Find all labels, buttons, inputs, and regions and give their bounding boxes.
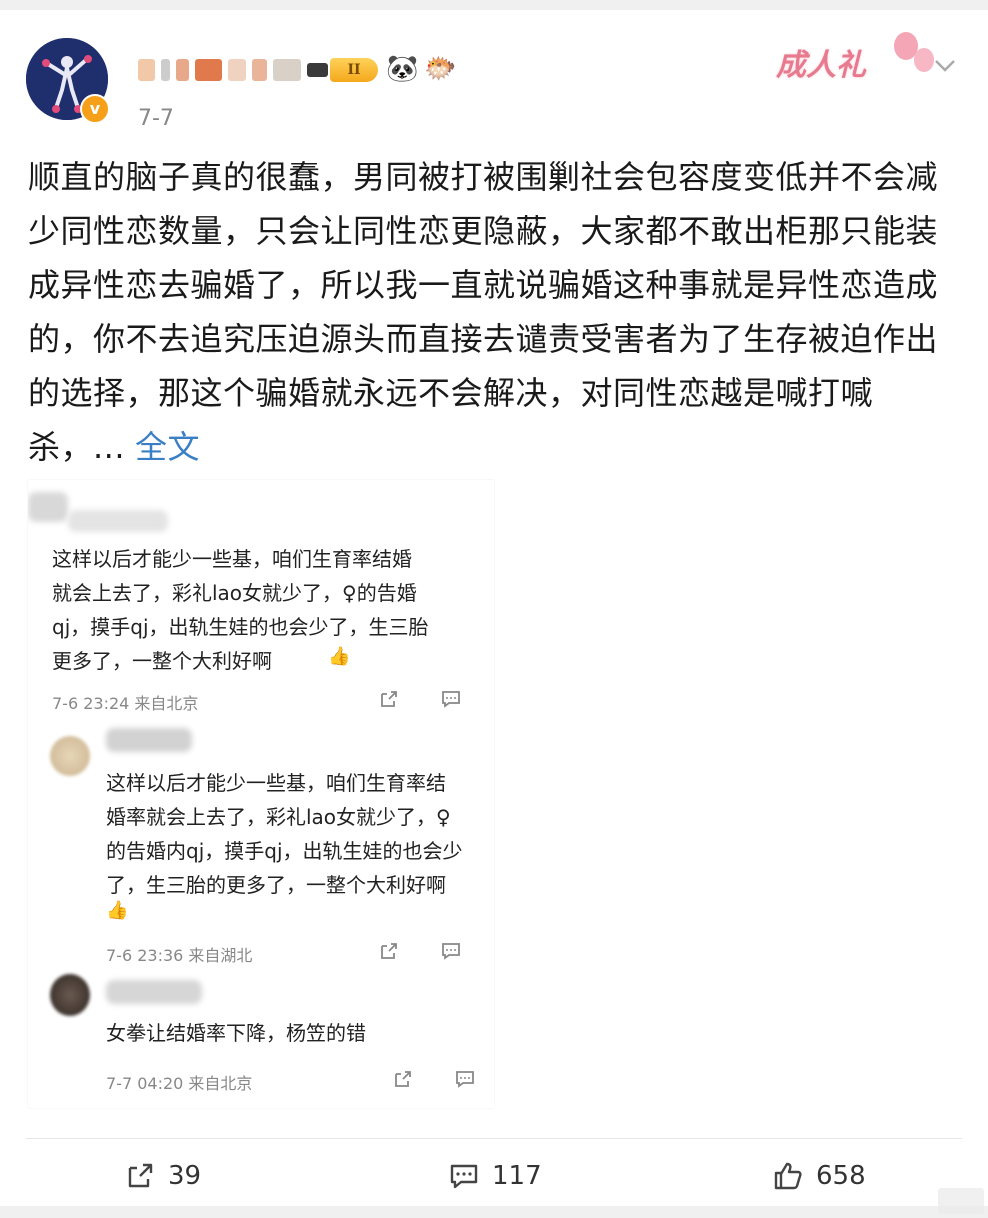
like-button[interactable]: 658 <box>772 1158 866 1194</box>
share-icon <box>381 943 397 959</box>
comment-line: 更多了，一整个大利好啊 <box>52 649 272 673</box>
post-text: 顺直的脑子真的很蠢，男同被打被围剿社会包容度变低并不会减少同性恋数量，只会让同性… <box>28 150 958 474</box>
share-icon <box>128 1163 153 1188</box>
comment-line: 女拳让结婚率下降，杨笠的错 <box>106 1021 366 1045</box>
watermark <box>938 1188 984 1214</box>
comment-line: 婚率就会上去了，彩礼lao女就少了，♀ <box>106 805 451 829</box>
blurred-username <box>106 728 192 752</box>
comment-line: qj，摸手qj，出轨生娃的也会少了，生三胎 <box>52 615 429 639</box>
expand-full-text-link[interactable]: 全文 <box>135 428 200 466</box>
divider <box>26 1138 962 1139</box>
share-icon <box>395 1071 411 1087</box>
share-icon <box>381 691 397 707</box>
weibo-post-card: v II 🐼 🐡 7-7 成人礼 顺直的脑子真的很蠢，男同被打被围剿社会包容度变… <box>0 10 988 1214</box>
thumbs-up-emoji: 👍 <box>328 646 351 667</box>
blurred-avatar <box>28 492 68 522</box>
username-blurred[interactable] <box>138 56 328 84</box>
comment-icon <box>442 691 460 708</box>
comment-icon <box>456 1071 474 1088</box>
comment-meta: 7-6 23:24 来自北京 <box>52 694 199 713</box>
share-button[interactable]: 39 <box>124 1158 201 1194</box>
level-badge: II <box>330 58 378 82</box>
blurred-username <box>106 980 202 1004</box>
comment-icon <box>442 943 460 960</box>
thumbs-up-emoji: 👍 <box>106 900 129 921</box>
event-badge-label: 成人礼 <box>776 48 866 83</box>
share-count: 39 <box>168 1161 202 1191</box>
like-icon <box>774 1162 802 1190</box>
comment-icon <box>450 1164 478 1189</box>
verified-icon: v <box>80 94 110 124</box>
like-count: 658 <box>816 1161 866 1191</box>
post-date[interactable]: 7-7 <box>138 106 174 131</box>
comment-line: 了，生三胎的更多了，一整个大利好啊 <box>106 873 446 897</box>
comment-line: 这样以后才能少一些基，咱们生育率结婚 <box>52 547 412 571</box>
commenter-avatar <box>50 974 90 1016</box>
comment-count: 117 <box>492 1161 542 1191</box>
fish-icon: 🐡 <box>424 54 457 84</box>
post-body: 顺直的脑子真的很蠢，男同被打被围剿社会包容度变低并不会减少同性恋数量，只会让同性… <box>28 158 939 466</box>
chevron-down-icon[interactable] <box>930 50 960 80</box>
comment-button[interactable]: 117 <box>448 1158 542 1194</box>
comment-meta: 7-7 04:20 来自北京 <box>106 1074 253 1093</box>
comment-line: 就会上去了，彩礼lao女就少了，♀的告婚 <box>52 581 417 605</box>
commenter-avatar <box>50 736 90 776</box>
comment-line: 的告婚内qj，摸手qj，出轨生娃的也会少 <box>106 839 463 863</box>
embedded-screenshot[interactable]: 这样以后才能少一些基，咱们生育率结婚 就会上去了，彩礼lao女就少了，♀的告婚 … <box>28 480 494 1108</box>
comment-line: 这样以后才能少一些基，咱们生育率结 <box>106 771 446 795</box>
blurred-username <box>68 510 168 532</box>
panda-icon: 🐼 <box>386 54 419 84</box>
event-badge: 成人礼 <box>776 30 936 90</box>
comment-meta: 7-6 23:36 来自湖北 <box>106 946 253 965</box>
